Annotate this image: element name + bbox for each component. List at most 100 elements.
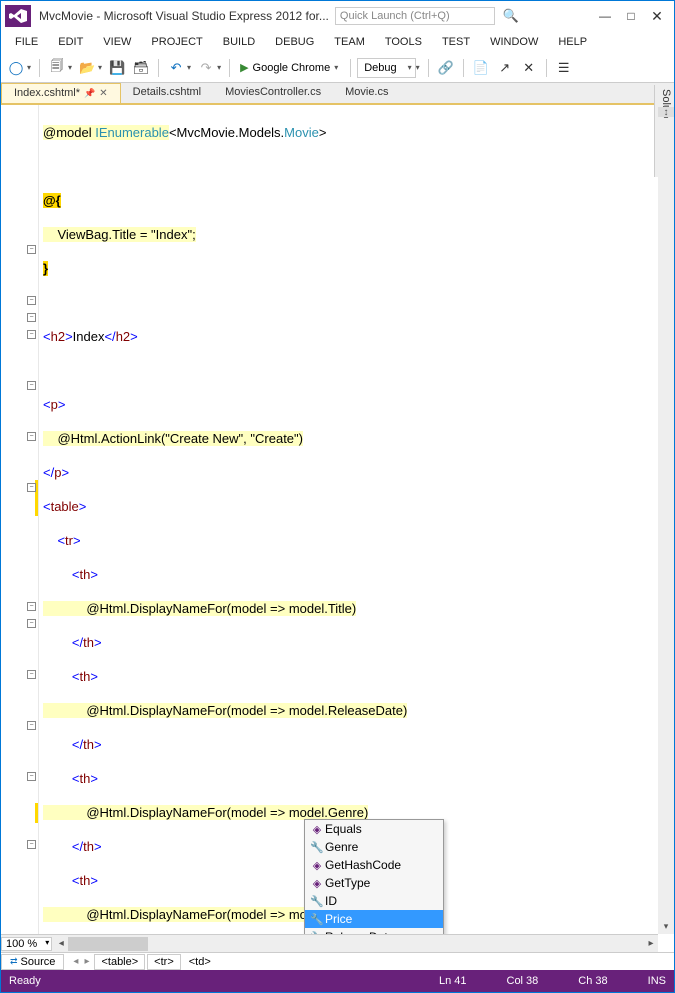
scroll-thumb[interactable]: [68, 937, 148, 951]
source-tab[interactable]: ⇄Source: [1, 954, 64, 970]
config-label: Debug: [364, 62, 396, 74]
redo-button[interactable]: ↷: [195, 57, 217, 79]
gutter: − − − − − − − − − − − − −: [1, 105, 39, 967]
titlebar: MvcMovie - Microsoft Visual Studio Expre…: [1, 1, 674, 31]
tool-btn-4[interactable]: ☰: [553, 57, 575, 79]
tab-index[interactable]: Index.cshtml* 📌 ✕: [1, 83, 121, 103]
scroll-right-icon[interactable]: ▸: [644, 938, 658, 949]
fold-icon[interactable]: −: [27, 840, 36, 849]
fold-icon[interactable]: −: [27, 296, 36, 305]
menu-view[interactable]: VIEW: [93, 33, 141, 51]
minimize-button[interactable]: —: [592, 6, 618, 26]
browser-link-button[interactable]: 🔗: [435, 57, 457, 79]
pin-icon[interactable]: 📌: [84, 88, 95, 98]
zoom-select[interactable]: 100 %: [1, 937, 52, 951]
breadcrumb-tr[interactable]: <tr>: [147, 954, 181, 970]
breadcrumb-nav-right[interactable]: ▸: [81, 956, 92, 967]
breadcrumb-nav-left[interactable]: ◂: [70, 956, 81, 967]
close-button[interactable]: ✕: [644, 6, 670, 26]
new-dropdown-icon[interactable]: ▾: [68, 63, 72, 72]
tab-label: MoviesController.cs: [225, 86, 321, 98]
intellisense-label: Equals: [325, 822, 362, 836]
fold-icon[interactable]: −: [27, 483, 36, 492]
open-dropdown-icon[interactable]: ▾: [98, 63, 102, 72]
status-ready: Ready: [9, 975, 41, 987]
menu-debug[interactable]: DEBUG: [265, 33, 324, 51]
menu-project[interactable]: PROJECT: [141, 33, 212, 51]
toolbar: ◯▾ 🗐▾ 📂▾ 💾 🗃 ↶▾ ↷▾ ▶Google Chrome▾ Debug…: [1, 53, 674, 83]
maximize-button[interactable]: □: [618, 6, 644, 26]
menu-build[interactable]: BUILD: [213, 33, 265, 51]
undo-button[interactable]: ↶: [165, 57, 187, 79]
tab-bar: Index.cshtml* 📌 ✕ Details.cshtml MoviesCon…: [1, 83, 674, 105]
arrows-icon: ⇄: [10, 956, 18, 967]
run-button[interactable]: ▶Google Chrome▾: [236, 57, 344, 79]
back-dropdown-icon[interactable]: ▾: [27, 63, 31, 72]
fold-icon[interactable]: −: [27, 602, 36, 611]
save-button[interactable]: 💾: [106, 57, 128, 79]
property-icon: 🔧: [309, 895, 325, 908]
fold-icon[interactable]: −: [27, 245, 36, 254]
method-icon: ◈: [309, 877, 325, 890]
intellisense-item[interactable]: 🔧Genre: [305, 838, 443, 856]
fold-icon[interactable]: −: [27, 721, 36, 730]
fold-icon[interactable]: −: [27, 670, 36, 679]
intellisense-label: ID: [325, 894, 337, 908]
config-dropdown-icon[interactable]: ▾: [416, 63, 420, 72]
source-tab-label: Source: [21, 956, 56, 968]
fold-icon[interactable]: −: [27, 313, 36, 322]
intellisense-item[interactable]: 🔧ID: [305, 892, 443, 910]
undo-dropdown-icon[interactable]: ▾: [187, 63, 191, 72]
horizontal-scrollbar[interactable]: [68, 936, 644, 952]
tool-btn-2[interactable]: ↗: [494, 57, 516, 79]
breadcrumb-table[interactable]: <table>: [94, 954, 145, 970]
menu-file[interactable]: FILE: [5, 33, 48, 51]
vertical-scrollbar[interactable]: ↕ ▴ ▾: [658, 107, 674, 934]
menu-help[interactable]: HELP: [548, 33, 597, 51]
menu-window[interactable]: WINDOW: [480, 33, 548, 51]
menu-team[interactable]: TEAM: [324, 33, 375, 51]
back-button[interactable]: ◯: [5, 57, 27, 79]
intellisense-item-selected[interactable]: 🔧Price: [305, 910, 443, 928]
tool-btn-1[interactable]: 📄: [470, 57, 492, 79]
redo-dropdown-icon[interactable]: ▾: [217, 63, 221, 72]
fold-icon[interactable]: −: [27, 381, 36, 390]
intellisense-label: Price: [325, 912, 352, 926]
fold-icon[interactable]: −: [27, 772, 36, 781]
tab-label: Details.cshtml: [133, 86, 201, 98]
tab-label: Index.cshtml*: [14, 87, 80, 99]
tool-btn-3[interactable]: ✕: [518, 57, 540, 79]
fold-icon[interactable]: −: [27, 330, 36, 339]
scroll-down-icon[interactable]: ▾: [658, 918, 674, 934]
vs-logo-icon: [5, 5, 31, 27]
status-col: Col 38: [507, 975, 539, 987]
search-icon[interactable]: 🔍: [503, 8, 519, 24]
open-button[interactable]: 📂: [76, 57, 98, 79]
fold-icon[interactable]: −: [27, 432, 36, 441]
run-target-label: Google Chrome: [253, 62, 331, 74]
split-icon[interactable]: ↕: [658, 107, 674, 117]
zoom-label: 100 %: [6, 938, 37, 950]
new-item-button[interactable]: 🗐: [46, 57, 68, 79]
fold-icon[interactable]: −: [27, 619, 36, 628]
quick-launch-input[interactable]: Quick Launch (Ctrl+Q): [335, 7, 495, 25]
menu-tools[interactable]: TOOLS: [375, 33, 432, 51]
status-ch: Ch 38: [578, 975, 607, 987]
tab-details[interactable]: Details.cshtml: [121, 83, 213, 103]
config-select[interactable]: Debug: [357, 58, 415, 78]
tab-controller[interactable]: MoviesController.cs: [213, 83, 333, 103]
run-dropdown-icon[interactable]: ▾: [334, 63, 338, 72]
change-marker: [35, 803, 38, 823]
breadcrumb-td[interactable]: <td>: [183, 955, 217, 969]
menu-test[interactable]: TEST: [432, 33, 480, 51]
scroll-left-icon[interactable]: ◂: [54, 938, 68, 949]
intellisense-item[interactable]: ◈GetType: [305, 874, 443, 892]
tab-close-icon[interactable]: ✕: [99, 88, 107, 99]
save-all-button[interactable]: 🗃: [130, 57, 152, 79]
intellisense-item[interactable]: ◈Equals: [305, 820, 443, 838]
tab-movie[interactable]: Movie.cs: [333, 83, 400, 103]
status-line: Ln 41: [439, 975, 467, 987]
intellisense-item[interactable]: ◈GetHashCode: [305, 856, 443, 874]
status-ins: INS: [648, 975, 666, 987]
menu-edit[interactable]: EDIT: [48, 33, 93, 51]
